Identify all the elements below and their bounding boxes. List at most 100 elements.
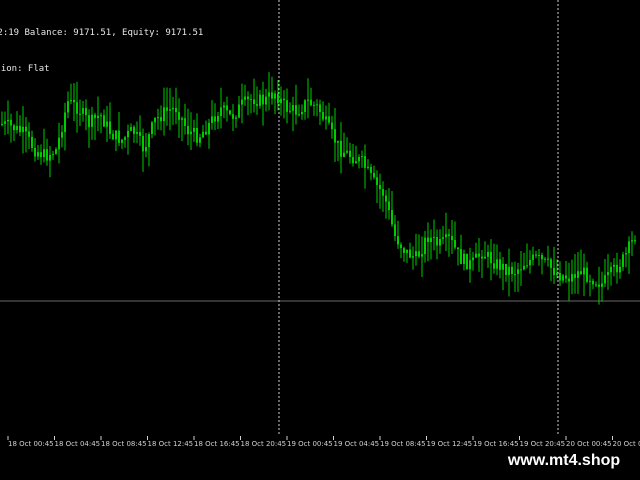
candle-body [286,100,288,112]
candle-body [76,102,78,114]
candle-body [400,244,402,249]
candle-body [589,280,591,282]
candle-body [499,259,501,270]
candle-body [592,280,594,285]
candle-body [529,259,531,266]
candle-body [265,96,267,105]
candle-body [193,127,195,132]
candle-body [301,111,303,115]
candle-body [568,278,570,282]
candle-body [1,123,3,125]
candle-body [244,96,246,100]
chart-area[interactable]: 18 Oct 00:45 18 Oct 04:45 18 Oct 08:45 18 O… [0,0,640,456]
candle-body [112,133,114,140]
candle-body [622,254,624,267]
candle-body [526,265,528,267]
candle-body [283,98,285,101]
candle-body [247,96,249,100]
candle-body [544,258,546,260]
candle-body [271,92,273,99]
candle-body [31,136,33,148]
candle-body [172,107,174,110]
candle-body [475,253,477,258]
candle-body [610,266,612,273]
x-tick-label: 18 Oct 16:45 [194,440,240,448]
candle-body [511,266,513,274]
candle-body [634,240,636,242]
candle-body [166,107,168,111]
candle-body [385,195,387,202]
candle-body [343,152,345,157]
candle-body [391,210,393,225]
candle-body [214,116,216,122]
candle-body [58,137,60,150]
x-tick-label: 18 Oct 12:45 [148,440,194,448]
candle-body [619,266,621,273]
candle-body [229,110,231,115]
candle-body [373,172,375,178]
x-tick-label: 19 Oct 08:45 [380,440,426,448]
candle-body [262,94,264,105]
candle-body [532,254,534,260]
x-tick-label: 19 Oct 12:45 [427,440,473,448]
candle-body [331,122,333,130]
status-text-block: 12:19 Balance: 9171.51, Equity: 9171.51 … [0,3,203,99]
candle-body [16,125,18,131]
candle-body [130,127,132,131]
candle-body [289,110,291,112]
candle-body [460,249,462,264]
candle-body [103,115,105,127]
candle-body [631,240,633,242]
candle-body [100,115,102,117]
candle-body [496,259,498,269]
candle-body [523,265,525,270]
candle-body [292,105,294,111]
candle-body [559,273,561,281]
candle-body [505,263,507,275]
candle-body [418,251,420,257]
candle-body [190,131,192,135]
candle-body [139,132,141,136]
candle-body [226,105,228,111]
candle-body [466,253,468,270]
account-status-line: 12:19 Balance: 9171.51, Equity: 9171.51 [0,28,204,38]
candle-body [10,119,12,126]
candle-body [196,127,198,143]
candle-body [601,283,603,287]
candle-body [280,98,282,104]
x-tick-label: 18 Oct 08:45 [101,440,147,448]
candle-body [367,166,369,168]
candle-body [277,93,279,104]
candle-body [445,234,447,238]
candle-body [88,115,90,127]
candle-body [142,135,144,152]
candle-body [553,267,555,276]
candle-body [520,269,522,271]
candle-body [361,156,363,158]
candle-body [205,131,207,135]
candle-body [454,240,456,248]
candle-body [220,107,222,116]
candle-body [40,152,42,158]
candle-body [67,101,69,113]
candle-body [298,114,300,116]
candle-body [187,125,189,135]
candle-body [412,256,414,258]
candle-body [211,116,213,123]
candle-body [184,118,186,126]
candle-body [49,154,51,161]
candle-body [355,161,357,164]
candle-body [424,237,426,255]
candle-body [556,273,558,276]
candle-body [514,273,516,275]
candle-body [46,149,48,161]
candle-body [217,115,219,122]
candle-body [43,149,45,158]
candle-body [94,114,96,119]
candle-body [436,236,438,246]
candle-body [25,126,27,132]
candle-body [469,260,471,270]
candle-body [535,254,537,256]
candle-body [19,125,21,133]
candle-body [136,132,138,134]
